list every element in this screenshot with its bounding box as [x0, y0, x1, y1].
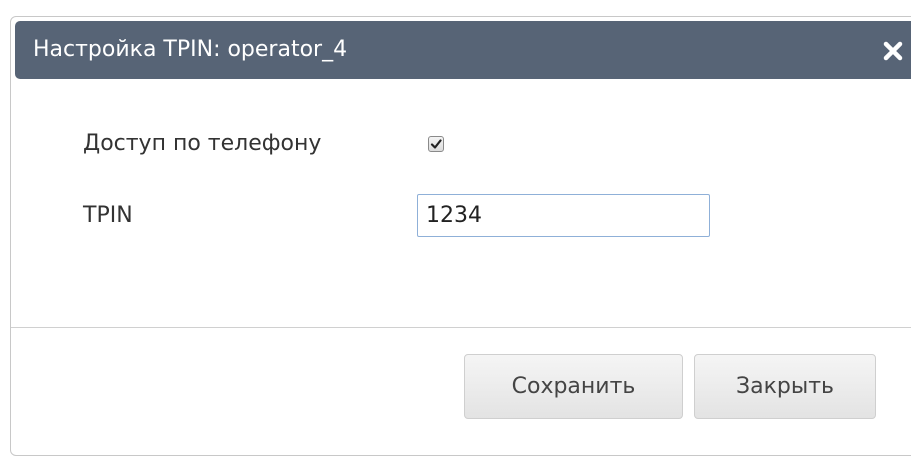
footer-divider — [11, 327, 911, 328]
phone-access-label: Доступ по телефону — [83, 131, 322, 156]
tpin-settings-dialog: Настройка TPIN: operator_4 Доступ по тел… — [10, 16, 911, 456]
checkmark-icon — [430, 139, 442, 149]
close-icon[interactable] — [881, 37, 905, 63]
tpin-label: TPIN — [83, 203, 133, 228]
tpin-input[interactable] — [417, 194, 710, 237]
dialog-titlebar: Настройка TPIN: operator_4 — [15, 21, 911, 79]
close-button[interactable]: Закрыть — [694, 354, 876, 419]
phone-access-checkbox[interactable] — [428, 136, 444, 152]
save-button[interactable]: Сохранить — [464, 354, 683, 419]
dialog-title: Настройка TPIN: operator_4 — [33, 37, 348, 62]
